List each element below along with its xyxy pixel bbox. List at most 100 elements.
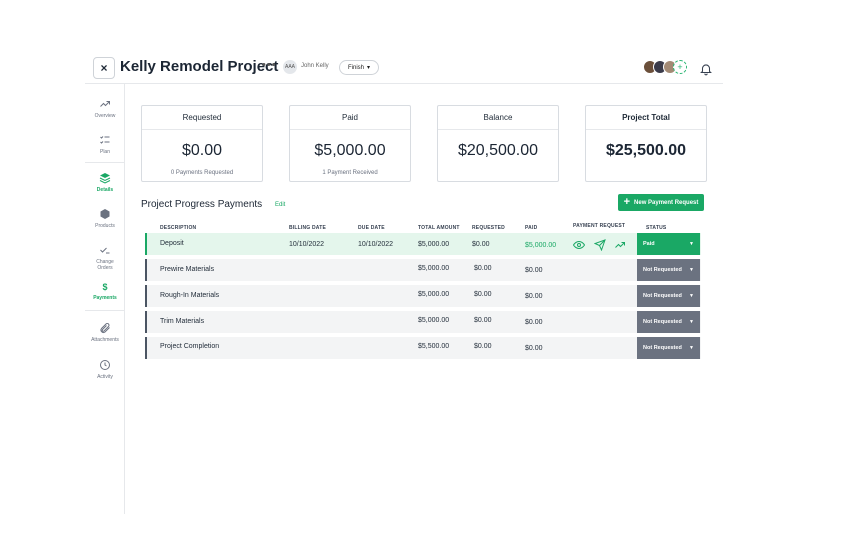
section-title: Project Progress Payments bbox=[141, 199, 263, 210]
row-paid: $5,000.00 bbox=[525, 242, 557, 249]
card-label: Paid bbox=[290, 106, 410, 130]
sidebar-item-label: Overview bbox=[94, 113, 116, 119]
row-description: Prewire Materials bbox=[160, 266, 215, 273]
sidebar-item-label: Payments bbox=[93, 295, 117, 301]
status-dropdown[interactable]: Paid ▼ bbox=[637, 233, 700, 255]
close-button[interactable]: × bbox=[93, 57, 115, 79]
row-total-amount: $5,000.00 bbox=[418, 317, 450, 324]
checklist-icon bbox=[100, 136, 110, 144]
stage-value: Finish bbox=[347, 64, 364, 71]
bell-icon[interactable] bbox=[699, 62, 713, 76]
row-total-amount: $5,500.00 bbox=[418, 343, 450, 350]
trend-up-icon[interactable] bbox=[614, 239, 626, 251]
new-payment-request-button[interactable]: + New Payment Request bbox=[618, 194, 704, 211]
status-badge: Not Requested bbox=[643, 293, 682, 299]
page-title: Kelly Remodel Project bbox=[120, 58, 279, 75]
divider bbox=[85, 310, 125, 311]
column-header-status: Status bbox=[646, 225, 667, 231]
status-dropdown[interactable]: Not Requested ▼ bbox=[637, 259, 700, 281]
row-requested: $0.00 bbox=[474, 343, 492, 350]
eye-icon[interactable] bbox=[573, 239, 585, 251]
button-label: New Payment Request bbox=[634, 199, 699, 206]
history-icon bbox=[100, 360, 110, 370]
assignee-name: John Kelly bbox=[301, 63, 329, 69]
plus-icon: + bbox=[623, 196, 631, 208]
row-requested: $0.00 bbox=[474, 317, 492, 324]
row-description: Deposit bbox=[160, 240, 184, 247]
more-options-button[interactable]: ••• bbox=[262, 59, 277, 71]
card-subtext: 1 Payment Received bbox=[322, 170, 378, 176]
trend-up-icon bbox=[100, 101, 110, 107]
chevron-down-icon: ▼ bbox=[689, 319, 694, 325]
row-paid: $0.00 bbox=[525, 319, 543, 326]
summary-card-paid: Paid $5,000.00 1 Payment Received bbox=[289, 105, 411, 182]
send-icon[interactable] bbox=[594, 239, 606, 251]
card-label: Requested bbox=[142, 106, 262, 130]
row-requested: $0.00 bbox=[472, 241, 490, 248]
sidebar-item-payments[interactable]: $ Payments bbox=[85, 282, 125, 301]
row-total-amount: $5,000.00 bbox=[418, 241, 450, 248]
summary-card-project-total: Project Total $25,500.00 bbox=[585, 105, 707, 182]
status-badge: Not Requested bbox=[643, 319, 682, 325]
dollar-icon: $ bbox=[102, 282, 108, 292]
add-member-button[interactable]: + bbox=[673, 60, 687, 74]
sidebar-item-label: Change Orders bbox=[96, 259, 114, 271]
sidebar-item-label: Activity bbox=[97, 374, 113, 380]
status-badge: Paid bbox=[643, 241, 655, 247]
sidebar-item-overview[interactable]: Overview bbox=[85, 98, 125, 119]
sidebar-item-activity[interactable]: Activity bbox=[85, 359, 125, 380]
chevron-down-icon: ▼ bbox=[689, 267, 694, 273]
sidebar-item-label: Details bbox=[96, 187, 114, 193]
sidebar-item-products[interactable]: Products bbox=[85, 208, 125, 229]
row-billing-date: 10/10/2022 bbox=[289, 241, 325, 248]
column-header-billing-date: Billing Date bbox=[289, 225, 327, 231]
sidebar-item-change-orders[interactable]: Change Orders bbox=[85, 244, 125, 271]
chevron-down-icon: ▼ bbox=[689, 345, 694, 351]
row-total-amount: $5,000.00 bbox=[418, 291, 450, 298]
sidebar: Overview Plan Details Products Change Or… bbox=[85, 84, 125, 514]
paperclip-icon bbox=[100, 323, 110, 333]
assignee-avatar: AAA bbox=[283, 60, 297, 74]
chevron-down-icon: ▼ bbox=[689, 293, 694, 299]
sidebar-item-details[interactable]: Details bbox=[85, 172, 125, 193]
card-label: Project Total bbox=[586, 106, 706, 130]
card-subtext: 0 Payments Requested bbox=[170, 170, 234, 176]
sidebar-item-label: Plan bbox=[99, 149, 110, 155]
status-dropdown[interactable]: Not Requested ▼ bbox=[637, 311, 700, 333]
team-avatars: + bbox=[643, 60, 687, 74]
card-label: Balance bbox=[438, 106, 558, 130]
row-requested: $0.00 bbox=[474, 291, 492, 298]
sidebar-item-plan[interactable]: Plan bbox=[85, 134, 125, 155]
sidebar-item-attachments[interactable]: Attachments bbox=[85, 322, 125, 343]
box-icon bbox=[100, 209, 110, 219]
status-badge: Not Requested bbox=[643, 267, 682, 273]
row-description: Project Completion bbox=[160, 343, 220, 350]
check-line-icon bbox=[100, 247, 110, 254]
column-header-due-date: Due Date bbox=[358, 225, 385, 231]
status-dropdown[interactable]: Not Requested ▼ bbox=[637, 285, 700, 307]
sidebar-item-label: Attachments bbox=[91, 337, 119, 343]
divider bbox=[85, 162, 125, 163]
stage-dropdown[interactable]: Finish ▾ bbox=[339, 60, 379, 75]
summary-card-requested: Requested $0.00 0 Payments Requested bbox=[141, 105, 263, 182]
card-amount: $5,000.00 bbox=[314, 142, 386, 159]
layers-icon bbox=[99, 173, 111, 184]
column-header-payment-request: Payment Request bbox=[573, 223, 626, 229]
edit-link[interactable]: Edit bbox=[275, 202, 285, 208]
row-paid: $0.00 bbox=[525, 293, 543, 300]
card-amount: $0.00 bbox=[181, 142, 223, 159]
row-total-amount: $5,000.00 bbox=[418, 265, 450, 272]
column-header-paid: Paid bbox=[525, 225, 538, 231]
column-header-total-amount: Total Amount bbox=[418, 225, 460, 231]
row-requested: $0.00 bbox=[474, 265, 492, 272]
summary-card-balance: Balance $20,500.00 bbox=[437, 105, 559, 182]
row-due-date: 10/10/2022 bbox=[358, 241, 394, 248]
project-header: × Kelly Remodel Project ••• AAA John Kel… bbox=[85, 50, 723, 84]
row-description: Rough-In Materials bbox=[160, 292, 220, 299]
sidebar-item-label: Products bbox=[95, 223, 115, 229]
column-header-requested: Requested bbox=[472, 225, 505, 231]
status-dropdown[interactable]: Not Requested ▼ bbox=[637, 337, 700, 359]
row-paid: $0.00 bbox=[525, 345, 543, 352]
row-description: Trim Materials bbox=[160, 318, 205, 325]
status-badge: Not Requested bbox=[643, 345, 682, 351]
